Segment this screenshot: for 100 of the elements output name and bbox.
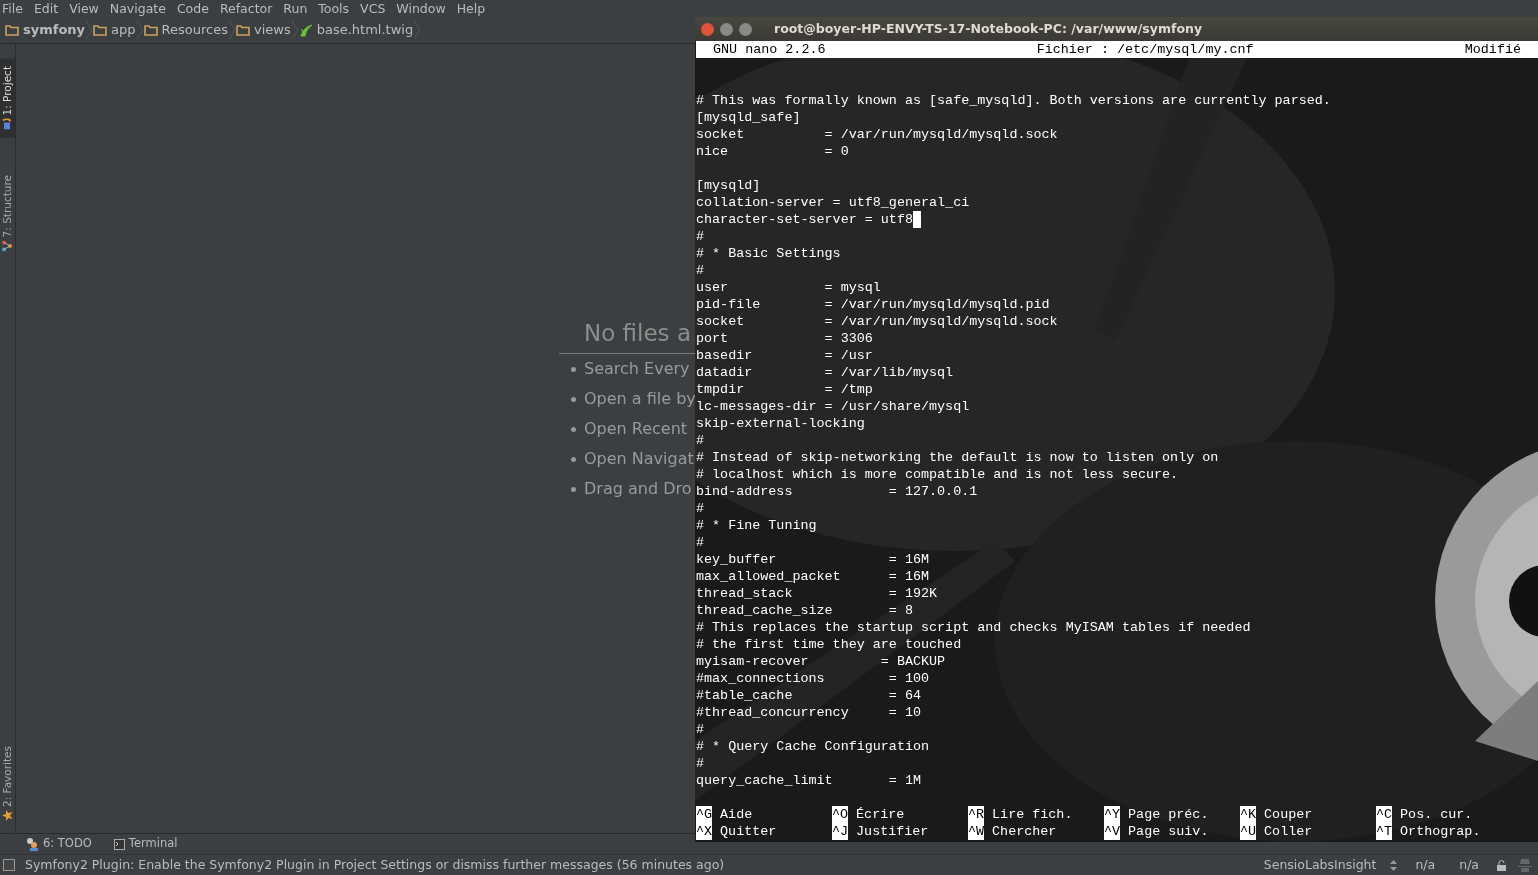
close-button[interactable]: [701, 22, 714, 36]
nano-file-name: Fichier : /etc/mysql/my.cnf: [1036, 41, 1254, 58]
config-line: user = mysql: [696, 279, 881, 296]
chevron-icon: [227, 19, 236, 40]
config-line: #: [696, 262, 705, 279]
plugin-label[interactable]: SensioLabsInsight: [1263, 855, 1377, 875]
config-line: # This was formally known as [safe_mysqld]. Both versions are currently parsed.: [696, 92, 1331, 109]
welcome-item: Search Every: [584, 358, 690, 378]
config-line: max_allowed_packet = 16M: [696, 568, 930, 585]
config-line: nice = 0: [696, 143, 849, 160]
config-line: socket = /var/run/mysqld/mysqld.sock: [696, 126, 1058, 143]
config-line: #max_connections = 100: [696, 670, 930, 687]
config-line: # Instead of skip-networking the default is now to listen only on: [696, 449, 1219, 466]
breadcrumb-item[interactable]: app: [111, 19, 136, 40]
config-line: collation-server = utf8_general_ci: [696, 194, 970, 211]
status-message[interactable]: Symfony2 Plugin: Enable the Symfony2 Plugin in Project Settings or dismiss further messages (56 minutes ago): [25, 855, 725, 875]
breadcrumb-item[interactable]: symfony: [23, 19, 86, 40]
bullet-icon: [571, 426, 576, 432]
shortcut-label: Quitter: [720, 823, 777, 840]
shortcut-label: Page préc.: [1128, 806, 1209, 823]
menu-item[interactable]: VCS: [358, 0, 392, 16]
tool-window-tab[interactable]: 2: Favorites: [0, 738, 15, 829]
shortcut-key: ^W: [968, 823, 985, 840]
chevron-icon: [85, 19, 94, 40]
shortcut-key: ^C: [1376, 806, 1393, 823]
config-line: #: [696, 721, 705, 738]
tool-window-button[interactable]: Terminal: [113, 835, 178, 853]
breadcrumb-item[interactable]: views: [253, 19, 291, 40]
status-field: n/a: [1459, 855, 1479, 875]
config-line: myisam-recover = BACKUP: [696, 653, 946, 670]
menu-item[interactable]: Edit: [31, 0, 65, 16]
shortcut-key: ^R: [968, 806, 985, 823]
bullet-icon: [571, 366, 576, 372]
shortcut-label: Lire fich.: [992, 806, 1073, 823]
maximize-button[interactable]: [739, 22, 752, 36]
config-line: [mysqld_safe]: [696, 109, 801, 126]
shortcut-key: ^U: [1240, 823, 1257, 840]
terminal-icon: [113, 838, 125, 850]
shortcut-label: Justifier: [856, 823, 929, 840]
config-line: # * Query Cache Configuration: [696, 738, 930, 755]
welcome-item: Open Navigat: [584, 448, 694, 468]
tool-window-tab[interactable]: 7: Structure: [0, 167, 15, 260]
shortcut-key: ^Y: [1104, 806, 1121, 823]
config-line: #: [696, 534, 705, 551]
bullet-icon: [571, 396, 576, 402]
shortcut-key: ^G: [696, 806, 713, 823]
menu-item[interactable]: Help: [454, 0, 492, 16]
shortcut-label: Couper: [1264, 806, 1313, 823]
config-line: pid-file = /var/run/mysqld/mysqld.pid: [696, 296, 1050, 313]
config-line: #: [696, 228, 705, 245]
tool-window-button[interactable]: 6: TODO: [26, 835, 92, 853]
config-line: # localhost which is more compatible and is not less secure.: [696, 466, 1179, 483]
star-icon: [2, 810, 13, 821]
chevron-icon: [135, 19, 144, 40]
lock-icon: [1497, 859, 1506, 871]
menu-item[interactable]: Navigate: [107, 0, 172, 16]
menu-item[interactable]: Run: [281, 0, 314, 16]
menu-item[interactable]: Window: [394, 0, 452, 16]
config-line: # the first time they are touched: [696, 636, 962, 653]
config-line: # * Basic Settings: [696, 245, 841, 262]
folder-icon: [5, 23, 19, 36]
config-line: #: [696, 432, 705, 449]
config-line: query_cache_limit = 1M: [696, 772, 921, 789]
menu-item[interactable]: Refactor: [217, 0, 279, 16]
shortcut-key: ^J: [832, 823, 849, 840]
structure-icon: [2, 240, 13, 252]
config-line: #thread_concurrency = 10: [696, 704, 921, 721]
bullet-icon: [571, 456, 576, 462]
shortcut-key: ^O: [832, 806, 849, 823]
person-icon: [26, 837, 39, 851]
config-line: key_buffer = 16M: [696, 551, 930, 568]
breadcrumb-item[interactable]: Resources: [161, 19, 228, 40]
shortcut-label: Pos. cur.: [1400, 806, 1473, 823]
shortcut-key: ^K: [1240, 806, 1257, 823]
menu-item[interactable]: Tools: [316, 0, 356, 16]
config-line: skip-external-locking: [696, 415, 865, 432]
bullet-icon: [571, 486, 576, 492]
shortcut-label: Coller: [1264, 823, 1313, 840]
up-down-icon: [1390, 859, 1398, 871]
tool-window-tab[interactable]: 1: Project: [0, 58, 15, 138]
config-line: # * Fine Tuning: [696, 517, 817, 534]
panel-icon: [3, 859, 15, 871]
config-line: [mysqld]: [696, 177, 761, 194]
project-icon: [2, 118, 13, 130]
shortcut-label: Page suiv.: [1128, 823, 1209, 840]
config-line: lc-messages-dir = /usr/share/mysql: [696, 398, 970, 415]
menu-item[interactable]: View: [67, 0, 105, 16]
minimize-button[interactable]: [720, 22, 733, 36]
config-line: character-set-server = utf8: [696, 211, 913, 228]
config-line: #: [696, 755, 705, 772]
config-line: tmpdir = /tmp: [696, 381, 873, 398]
nano-status: Modifié: [1464, 41, 1521, 58]
shortcut-key: ^X: [696, 823, 713, 840]
nano-version: GNU nano 2.2.6: [713, 41, 826, 58]
menu-item[interactable]: File: [0, 0, 29, 16]
menu-item[interactable]: Code: [174, 0, 215, 16]
welcome-item: Drag and Dro: [584, 478, 692, 498]
breadcrumb-item[interactable]: base.html.twig: [316, 19, 414, 40]
shortcut-key: ^V: [1104, 823, 1121, 840]
shortcut-label: Orthograp.: [1400, 823, 1481, 840]
